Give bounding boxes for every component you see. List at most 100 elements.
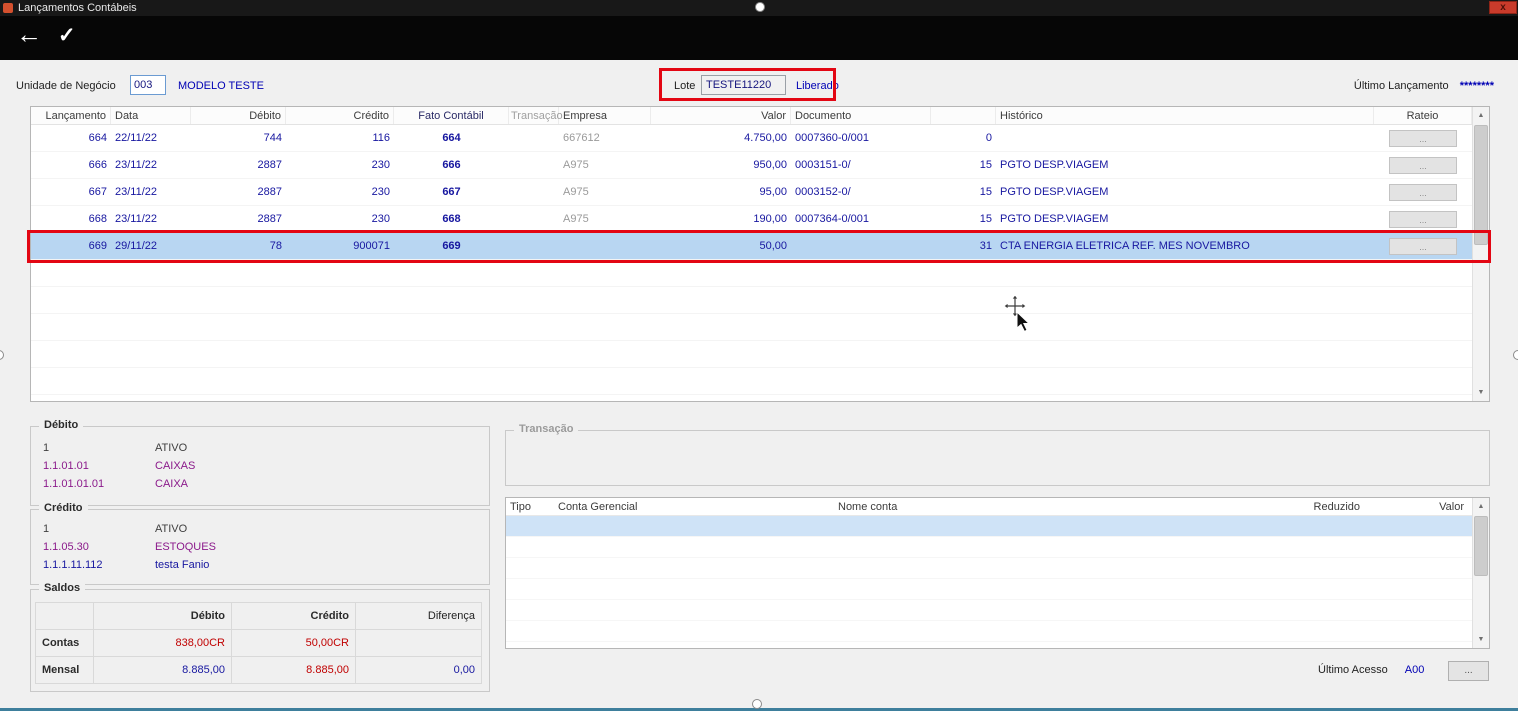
entries-scrollbar[interactable]: ▲ ▼: [1472, 107, 1489, 401]
col-nome-conta[interactable]: Nome conta: [834, 498, 1264, 515]
cell-fato: 668: [442, 213, 461, 225]
scroll-thumb[interactable]: [1474, 125, 1488, 245]
cell-data: 23/11/22: [115, 159, 158, 171]
last-access: Último Acesso A00: [1318, 664, 1424, 676]
rateio-button[interactable]: ...: [1389, 238, 1457, 255]
unit-code-input[interactable]: [130, 75, 166, 95]
entry-row-empty: [31, 260, 1472, 287]
col-rateio[interactable]: Rateio: [1374, 107, 1472, 124]
col-reduzido[interactable]: Reduzido: [1264, 498, 1364, 515]
col-valor[interactable]: Valor: [651, 107, 791, 124]
cell-data: 23/11/22: [115, 213, 158, 225]
saldos-groupbox: Saldos Débito Crédito Diferença Contas 8…: [30, 582, 490, 692]
cell-transacao: [509, 152, 559, 178]
lote-input[interactable]: [701, 75, 786, 95]
saldos-mensal-diferenca: 0,00: [356, 657, 482, 684]
detail-row-empty: [506, 600, 1472, 621]
cell-data: 22/11/22: [115, 132, 158, 144]
last-entry: Último Lançamento ********: [1354, 80, 1494, 92]
last-entry-value: ********: [1459, 80, 1494, 92]
account-name: CAIXA: [155, 478, 189, 490]
rateio-button[interactable]: ...: [1389, 211, 1457, 228]
col-documento[interactable]: Documento: [791, 107, 931, 124]
detail-row-empty: [506, 537, 1472, 558]
col-historico-code[interactable]: [931, 107, 996, 124]
col-credito[interactable]: Crédito: [286, 107, 394, 124]
account-code: 1.1.1.11.112: [43, 559, 103, 571]
close-button[interactable]: x: [1489, 1, 1517, 14]
col-debito[interactable]: Débito: [191, 107, 286, 124]
cell-fato: 667: [442, 186, 461, 198]
detail-scrollbar[interactable]: ▲ ▼: [1472, 498, 1489, 648]
last-access-browse-button[interactable]: ...: [1448, 661, 1489, 681]
saldos-col-credito: Crédito: [232, 603, 356, 630]
rateio-button[interactable]: ...: [1389, 130, 1457, 147]
cell-empresa: A975: [563, 159, 589, 171]
confirm-icon[interactable]: ✓: [58, 23, 76, 48]
scroll-down-icon[interactable]: ▼: [1473, 631, 1489, 648]
account-code: 1.1.01.01.01: [43, 478, 105, 490]
cell-credito: 900071: [353, 240, 390, 252]
cell-historico: PGTO DESP.VIAGEM: [1000, 159, 1109, 171]
cell-fato: 669: [442, 240, 461, 252]
cell-debito: 744: [263, 132, 282, 144]
col-fato-contabil[interactable]: Fato Contábil: [394, 107, 509, 124]
col-empresa[interactable]: Empresa: [559, 107, 651, 124]
scroll-up-icon[interactable]: ▲: [1473, 107, 1489, 124]
rateio-button[interactable]: ...: [1389, 157, 1457, 174]
cell-hist_code: 31: [979, 240, 992, 252]
entry-row-666[interactable]: 666 23/11/22 2887 230 666 A975 950,00 0003151-0…: [31, 152, 1472, 179]
account-name: ESTOQUES: [155, 541, 216, 553]
scroll-down-icon[interactable]: ▼: [1473, 384, 1489, 401]
cell-lancamento: 668: [88, 213, 107, 225]
cell-hist_code: 15: [979, 213, 992, 225]
saldos-contas-debito: 838,00CR: [94, 630, 232, 657]
account-name: CAIXAS: [155, 460, 196, 472]
entry-row-668[interactable]: 668 23/11/22 2887 230 668 A975 190,00 0007364-0…: [31, 206, 1472, 233]
saldos-mensal-debito: 8.885,00: [94, 657, 232, 684]
detail-table: Tipo Conta Gerencial Nome conta Reduzido…: [505, 497, 1490, 649]
col-conta-gerencial[interactable]: Conta Gerencial: [554, 498, 834, 515]
cell-transacao: [509, 233, 559, 259]
col-data[interactable]: Data: [111, 107, 191, 124]
saldos-grid: Débito Crédito Diferença Contas 838,00CR…: [35, 602, 482, 684]
account-name: testa Fanio: [155, 559, 210, 571]
entry-row-667[interactable]: 667 23/11/22 2887 230 667 A975 95,00 0003152-0/…: [31, 179, 1472, 206]
col-lancamento[interactable]: Lançamento: [31, 107, 111, 124]
account-name: ATIVO: [155, 523, 188, 535]
saldos-corner: [36, 603, 94, 630]
back-icon[interactable]: ←: [16, 19, 42, 50]
entry-row-669[interactable]: 669 29/11/22 78 900071 669 50,00 31 CTA ENERGIA…: [31, 233, 1472, 260]
entry-row-empty: [31, 341, 1472, 368]
saldos-row-label: Mensal: [36, 657, 94, 684]
entry-row-empty: [31, 287, 1472, 314]
entries-table-header: Lançamento Data Débito Crédito Fato Cont…: [31, 107, 1472, 125]
col-transacao[interactable]: Transação: [509, 107, 563, 124]
cell-credito: 230: [371, 186, 390, 198]
cell-rateio: ...: [1374, 179, 1472, 205]
cell-valor: 50,00: [759, 240, 787, 252]
saldos-contas-diferenca: [356, 630, 482, 657]
detail-row-selected[interactable]: [506, 516, 1472, 537]
last-entry-label: Último Lançamento: [1353, 80, 1449, 92]
entry-row-664[interactable]: 664 22/11/22 744 116 664 667612 4.750,00 000736…: [31, 125, 1472, 152]
cell-valor: 190,00: [753, 213, 787, 225]
overlay-handle-bottom: [752, 699, 762, 709]
account-code: 1.1.05.30: [43, 541, 89, 553]
rateio-button[interactable]: ...: [1389, 184, 1457, 201]
cell-credito: 230: [371, 213, 390, 225]
cell-historico: CTA ENERGIA ELETRICA REF. MES NOVEMBRO: [1000, 240, 1250, 252]
saldos-col-debito: Débito: [94, 603, 232, 630]
col-historico[interactable]: Histórico: [996, 107, 1374, 124]
scroll-thumb[interactable]: [1474, 516, 1488, 576]
col-tipo[interactable]: Tipo: [506, 498, 554, 515]
debit-groupbox: Débito 1 ATIVO 1.1.01.01 CAIXAS 1.1.01.0…: [30, 419, 490, 506]
scroll-up-icon[interactable]: ▲: [1473, 498, 1489, 515]
col-valor[interactable]: Valor: [1364, 498, 1472, 515]
cell-valor: 4.750,00: [744, 132, 787, 144]
entries-table-body: 664 22/11/22 744 116 664 667612 4.750,00 000736…: [31, 125, 1489, 395]
transacao-groupbox-title: Transação: [514, 423, 579, 435]
unit-label: Unidade de Negócio: [16, 80, 116, 92]
last-access-value: A00: [1404, 664, 1425, 676]
debit-groupbox-title: Débito: [39, 419, 84, 431]
